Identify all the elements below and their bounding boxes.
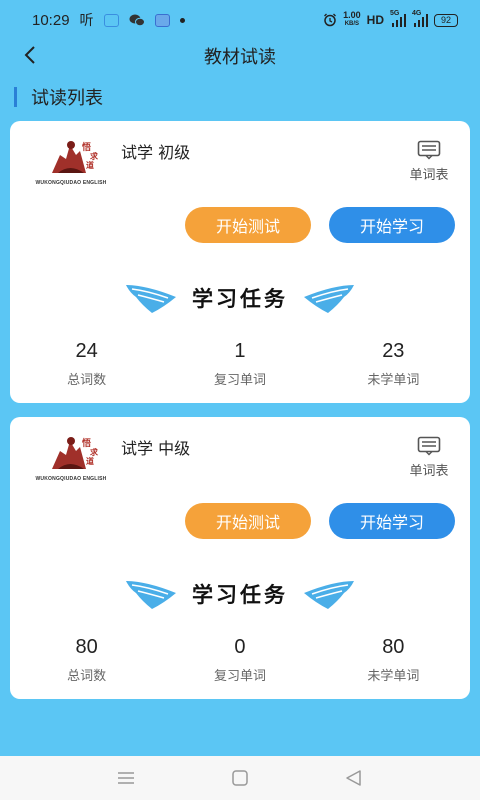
nav-home-button[interactable] bbox=[228, 768, 252, 788]
home-square-icon bbox=[232, 770, 248, 786]
signal-5g-label: 5G bbox=[390, 9, 400, 17]
nav-back-button[interactable] bbox=[342, 768, 366, 788]
word-stats: 80 总词数 0 复习单词 80 未学单词 bbox=[10, 633, 470, 689]
network-speed: 1.00 KB/S bbox=[343, 11, 361, 29]
more-notifications-dot-icon bbox=[179, 17, 185, 23]
stat-value: 24 bbox=[75, 340, 98, 362]
learning-task-banner: 学习任务 bbox=[124, 279, 356, 317]
stat-value: 23 bbox=[382, 340, 405, 362]
listen-app-icon: 听 bbox=[79, 12, 94, 28]
stat-label: 总词数 bbox=[67, 373, 107, 388]
wordlist-button[interactable]: 单词表 bbox=[404, 140, 454, 183]
page-title: 教材试读 bbox=[204, 47, 276, 68]
stat-unlearned-words: 23 未学单词 bbox=[317, 337, 470, 393]
stat-label: 未学单词 bbox=[367, 669, 420, 684]
stat-label: 未学单词 bbox=[367, 373, 420, 388]
battery-level: 92 bbox=[440, 15, 451, 25]
stat-value: 0 bbox=[234, 636, 246, 658]
network-speed-value: 1.00 bbox=[343, 10, 361, 20]
book-name: 试学 中级 bbox=[121, 439, 191, 458]
stat-value: 1 bbox=[234, 340, 246, 362]
back-triangle-icon bbox=[346, 770, 361, 786]
system-nav-bar bbox=[0, 756, 480, 800]
list-document-icon bbox=[417, 436, 441, 456]
signal-4g-label: 4G bbox=[412, 9, 422, 17]
task-title: 学习任务 bbox=[192, 286, 288, 311]
svg-text:道: 道 bbox=[86, 456, 94, 466]
menu-lines-icon bbox=[118, 772, 134, 784]
signal-4g-icon: 4G bbox=[412, 10, 428, 27]
start-test-button[interactable]: 开始测试 bbox=[185, 503, 311, 539]
wordlist-label: 单词表 bbox=[409, 464, 449, 479]
task-title: 学习任务 bbox=[192, 582, 288, 607]
wing-icon bbox=[126, 285, 176, 313]
network-speed-unit: KB/S bbox=[344, 21, 360, 27]
status-time: 10:29 bbox=[32, 11, 70, 29]
stat-review-words: 1 复习单词 bbox=[163, 337, 316, 393]
start-study-button[interactable]: 开始学习 bbox=[329, 207, 455, 243]
trial-book-card: 悟 求 道 WUKONGQIUDAO ENGLISH 试学 中级 单词表 开始测… bbox=[10, 417, 470, 699]
logo-brand-text: WUKONGQIUDAO ENGLISH bbox=[35, 476, 107, 482]
trial-book-card: 悟 求 道 WUKONGQIUDAO ENGLISH 试学 初级 单词表 开始测… bbox=[10, 121, 470, 403]
wing-icon bbox=[304, 285, 354, 313]
stat-total-words: 80 总词数 bbox=[10, 633, 163, 689]
battery-icon: 92 bbox=[434, 13, 458, 27]
wing-icon bbox=[126, 581, 176, 609]
stat-review-words: 0 复习单词 bbox=[163, 633, 316, 689]
signal-5g-icon: 5G bbox=[390, 10, 406, 27]
book-logo: 悟 求 道 WUKONGQIUDAO ENGLISH bbox=[30, 431, 112, 487]
stat-total-words: 24 总词数 bbox=[10, 337, 163, 393]
wordlist-button[interactable]: 单词表 bbox=[404, 436, 454, 479]
stat-label: 总词数 bbox=[67, 669, 107, 684]
stat-value: 80 bbox=[382, 636, 405, 658]
hd-indicator: HD bbox=[366, 13, 384, 27]
book-logo: 悟 求 道 WUKONGQIUDAO ENGLISH bbox=[30, 135, 112, 191]
section-header: 试读列表 bbox=[14, 86, 103, 109]
app-header: 教材试读 bbox=[0, 40, 480, 70]
wechat-icon bbox=[129, 14, 145, 27]
svg-text:道: 道 bbox=[86, 160, 94, 170]
word-stats: 24 总词数 1 复习单词 23 未学单词 bbox=[10, 337, 470, 393]
alarm-icon bbox=[323, 13, 337, 27]
section-accent-bar bbox=[14, 87, 17, 107]
app-notification-icon bbox=[154, 13, 170, 27]
wing-icon bbox=[304, 581, 354, 609]
stat-label: 复习单词 bbox=[213, 669, 266, 684]
stat-value: 80 bbox=[75, 636, 98, 658]
nav-menu-button[interactable] bbox=[114, 768, 138, 788]
logo-brand-text: WUKONGQIUDAO ENGLISH bbox=[35, 180, 107, 186]
start-study-button[interactable]: 开始学习 bbox=[329, 503, 455, 539]
book-name: 试学 初级 bbox=[121, 143, 191, 162]
start-test-button[interactable]: 开始测试 bbox=[185, 207, 311, 243]
stat-unlearned-words: 80 未学单词 bbox=[317, 633, 470, 689]
app-notification-icon bbox=[103, 13, 119, 27]
wordlist-label: 单词表 bbox=[409, 168, 449, 183]
list-document-icon bbox=[417, 140, 441, 160]
status-bar: 10:29 听 1.00 KB/S HD 5G 4G 92 bbox=[0, 0, 480, 40]
learning-task-banner: 学习任务 bbox=[124, 575, 356, 613]
stat-label: 复习单词 bbox=[213, 373, 266, 388]
section-title: 试读列表 bbox=[31, 88, 103, 109]
